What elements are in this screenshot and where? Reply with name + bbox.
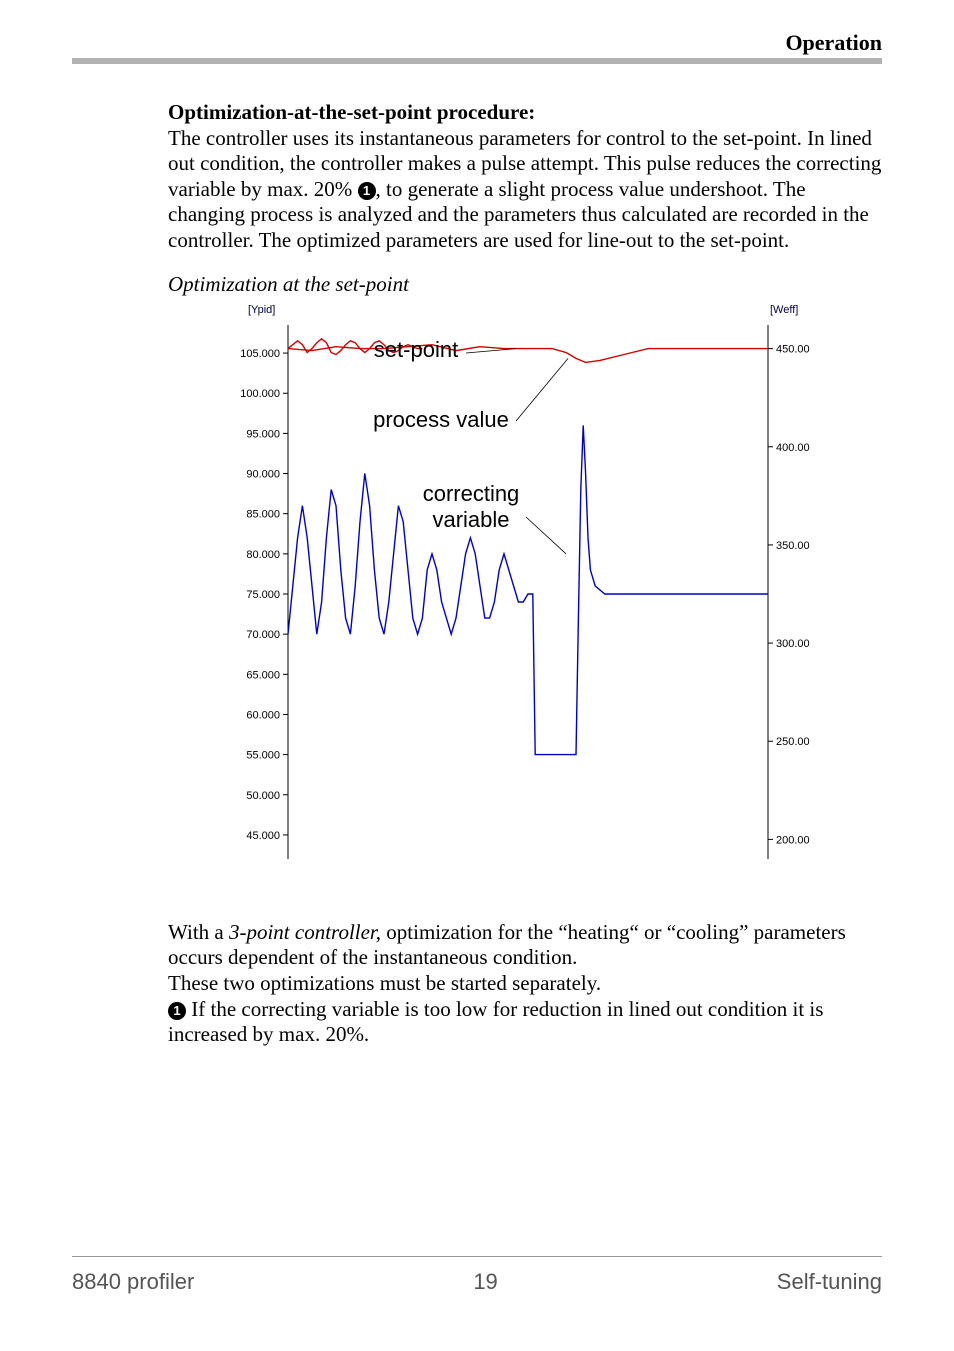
page-content: Optimization-at-the-set-point procedure:… xyxy=(168,100,882,1048)
svg-text:[Weff]: [Weff] xyxy=(770,304,798,316)
svg-text:set-point: set-point xyxy=(374,337,458,362)
svg-text:450.00: 450.00 xyxy=(776,344,810,356)
svg-text:50.000: 50.000 xyxy=(246,790,280,802)
svg-text:105.000: 105.000 xyxy=(240,348,280,360)
svg-text:350.00: 350.00 xyxy=(776,540,810,552)
svg-text:65.000: 65.000 xyxy=(246,670,280,682)
callout-1-icon: 1 xyxy=(358,182,376,200)
footer-left: 8840 profiler xyxy=(72,1269,194,1295)
section-title: Operation xyxy=(785,30,882,58)
paragraph-separate: These two optimizations must be started … xyxy=(168,971,882,997)
note-1: 1 If the correcting variable is too low … xyxy=(168,997,882,1048)
svg-text:100.000: 100.000 xyxy=(240,389,280,401)
svg-text:process value: process value xyxy=(373,407,509,432)
svg-text:[Ypid]: [Ypid] xyxy=(248,304,275,316)
svg-text:55.000: 55.000 xyxy=(246,750,280,762)
procedure-paragraph: The controller uses its instantaneous pa… xyxy=(168,126,882,254)
svg-text:correcting: correcting xyxy=(423,481,520,506)
svg-text:variable: variable xyxy=(432,507,509,532)
chart-svg: 45.000 50.000 55.000 60.000 65.000 70.000 75.0… xyxy=(216,299,826,879)
svg-text:95.000: 95.000 xyxy=(246,429,280,441)
page-footer: 8840 profiler 19 Self-tuning xyxy=(72,1256,882,1295)
paragraph-3pt: With a 3-point controller, optimization … xyxy=(168,920,882,971)
svg-text:90.000: 90.000 xyxy=(246,469,280,481)
svg-text:250.00: 250.00 xyxy=(776,736,810,748)
svg-text:45.000: 45.000 xyxy=(246,830,280,842)
svg-text:70.000: 70.000 xyxy=(246,629,280,641)
svg-text:85.000: 85.000 xyxy=(246,509,280,521)
para2-b-italic: 3-point controller, xyxy=(229,920,381,944)
svg-text:80.000: 80.000 xyxy=(246,549,280,561)
callout-1-icon: 1 xyxy=(168,1002,186,1020)
figure-caption: Optimization at the set-point xyxy=(168,272,882,298)
page-header: Operation xyxy=(72,30,882,64)
para2-a: With a xyxy=(168,920,229,944)
procedure-heading: Optimization-at-the-set-point procedure: xyxy=(168,100,882,126)
svg-text:60.000: 60.000 xyxy=(246,710,280,722)
note-1-text: If the correcting variable is too low fo… xyxy=(168,997,823,1047)
svg-text:300.00: 300.00 xyxy=(776,638,810,650)
chart-figure: 45.000 50.000 55.000 60.000 65.000 70.000 75.0… xyxy=(216,299,882,886)
footer-right: Self-tuning xyxy=(777,1269,882,1295)
svg-text:400.00: 400.00 xyxy=(776,442,810,454)
footer-page-number: 19 xyxy=(473,1269,497,1295)
svg-text:75.000: 75.000 xyxy=(246,589,280,601)
svg-text:200.00: 200.00 xyxy=(776,835,810,847)
